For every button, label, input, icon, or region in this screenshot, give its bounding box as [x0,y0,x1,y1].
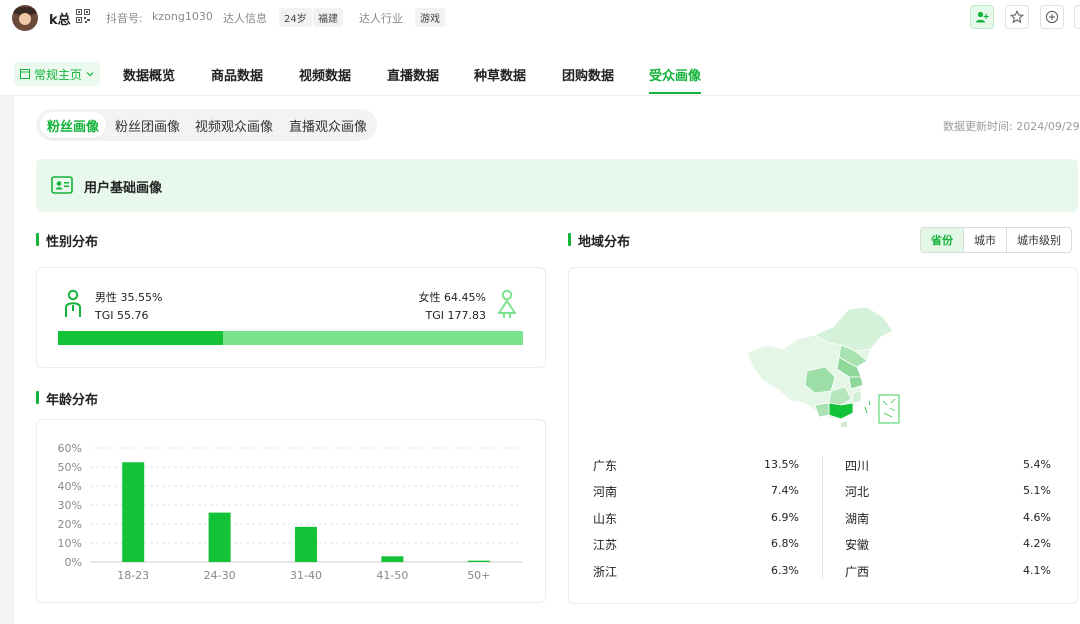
nav-item-audience[interactable]: 受众画像 [649,65,701,84]
chevron-down-icon [86,72,94,77]
male-share: 男性 35.55% [95,291,163,304]
region-value: 7.4% [771,484,799,497]
y-tick-label: 60% [58,442,82,455]
age-title: 年龄分布 [46,393,99,408]
age-bar-chart: 0% 10% 20% 30% 40% 50% 60% 18-23 24-30 31-40 41-50… [58,442,522,582]
left-gutter [0,96,14,624]
region-name: 安徽 [845,538,870,552]
y-tick-label: 20% [58,518,82,531]
more-button[interactable] [1074,5,1080,29]
subtab-video-viewers[interactable]: 视频观众画像 [195,116,273,135]
region-list-divider [822,456,823,578]
page-icon [20,69,30,79]
region-name: 江苏 [593,538,618,552]
section-marker [36,391,39,404]
y-tick-label: 30% [58,499,82,512]
industry-tag: 游戏 [415,8,445,27]
x-tick-label: 24-30 [204,569,236,582]
avatar[interactable] [12,5,38,31]
region-value: 4.1% [1023,564,1051,577]
home-label: 常规主页 [34,67,83,82]
douyin-id: kzong1030 [152,10,213,23]
female-share: 女性 64.45% [418,291,486,304]
gender-title: 性别分布 [46,235,99,250]
add-button[interactable] [1040,5,1064,29]
region-name: 浙江 [593,565,618,579]
age-bar[interactable] [467,560,490,562]
region-value: 4.6% [1023,511,1051,524]
x-tick-label: 18-23 [117,569,149,582]
nav-item-groupbuy[interactable]: 团购数据 [562,65,614,84]
female-tgi: TGI 177.83 [425,309,486,322]
nav-item-overview[interactable]: 数据概览 [123,65,175,84]
subtab-fan-club[interactable]: 粉丝团画像 [115,116,180,135]
china-map [746,306,900,427]
y-tick-label: 10% [58,537,82,550]
nav-item-products[interactable]: 商品数据 [211,65,263,84]
x-tick-label: 50+ [467,569,490,582]
region-tab-city-level[interactable]: 城市级别 [1006,228,1071,252]
age-bar[interactable] [295,526,317,562]
location-tag: 福建 [313,8,343,27]
nav-item-live[interactable]: 直播数据 [387,65,439,84]
region-name: 湖南 [845,512,870,526]
region-title: 地域分布 [578,235,631,250]
region-name: 河北 [845,485,870,499]
y-tick-label: 50% [58,461,82,474]
star-icon [1010,10,1024,24]
region-value: 13.5% [764,458,799,471]
section-marker [568,233,571,246]
qr-code-icon[interactable] [76,9,90,23]
update-time: 数据更新时间: 2024/09/29 [943,120,1080,133]
username: k总 [49,13,71,28]
region-value: 6.9% [771,511,799,524]
id-card-icon [51,176,73,194]
nav-active-indicator [649,92,701,94]
x-tick-label: 31-40 [290,569,322,582]
age-bar[interactable] [122,462,145,562]
age-bar[interactable] [208,512,231,562]
region-tab-province[interactable]: 省份 [921,228,963,252]
region-name: 山东 [593,512,618,526]
nav-item-seeding[interactable]: 种草数据 [474,65,526,84]
region-value: 5.1% [1023,484,1051,497]
region-name: 广西 [845,565,870,579]
subtab-live-viewers[interactable]: 直播观众画像 [289,116,367,135]
nav-item-videos[interactable]: 视频数据 [299,65,351,84]
x-tick-label: 41-50 [376,569,408,582]
male-share-bar [58,331,223,345]
subtab-fans[interactable]: 粉丝画像 [40,112,107,138]
region-tab-group: 省份 城市 城市级别 [920,227,1072,253]
y-tick-label: 0% [65,556,82,569]
favorite-button[interactable] [1005,5,1029,29]
male-icon [65,289,81,317]
section-banner [36,159,1078,212]
region-value: 6.8% [771,537,799,550]
female-icon [498,289,516,318]
douyin-id-label: 抖音号: [106,12,143,25]
female-share-bar [223,331,523,345]
plus-circle-icon [1045,10,1059,24]
region-value: 6.3% [771,564,799,577]
region-value: 4.2% [1023,537,1051,550]
region-tab-city[interactable]: 城市 [963,228,1006,252]
industry-label: 达人行业 [359,12,403,25]
section-marker [36,233,39,246]
user-plus-icon [976,11,989,23]
male-tgi: TGI 55.76 [95,309,149,322]
y-tick-label: 40% [58,480,82,493]
banner-title: 用户基础画像 [84,181,163,196]
age-tag: 24岁 [279,8,312,27]
age-bar[interactable] [381,556,404,562]
profile-info-label: 达人信息 [223,12,267,25]
region-value: 5.4% [1023,458,1051,471]
home-dropdown[interactable]: 常规主页 [14,62,101,86]
region-name: 河南 [593,485,618,499]
region-name: 四川 [845,459,870,473]
region-name: 广东 [593,459,618,473]
follow-user-button[interactable] [970,5,994,29]
